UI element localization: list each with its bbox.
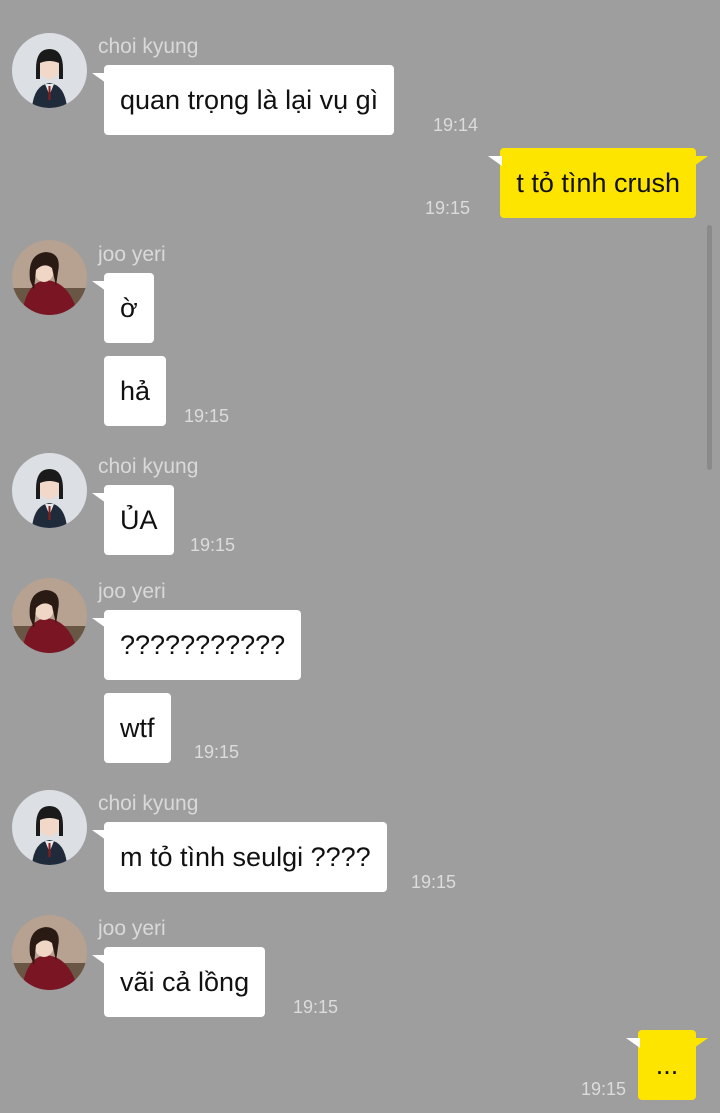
joo-yeri-avatar-icon	[12, 240, 87, 315]
avatar[interactable]	[12, 240, 87, 315]
message-time: 19:15	[194, 742, 240, 762]
choi-kyung-avatar-icon	[12, 790, 87, 865]
message-time: 19:15	[190, 535, 236, 555]
avatar[interactable]	[12, 790, 87, 865]
message-time: 19:15	[581, 1079, 627, 1099]
message-bubble[interactable]: wtf	[104, 693, 171, 763]
message-bubble[interactable]: ỦA	[92, 485, 174, 555]
message-time: 19:15	[411, 872, 457, 892]
message-time: 19:15	[293, 997, 339, 1017]
message-bubble[interactable]: ờ	[92, 273, 154, 343]
joo-yeri-avatar-icon	[12, 578, 87, 653]
avatar[interactable]	[12, 453, 87, 528]
joo-yeri-avatar-icon	[12, 915, 87, 990]
message-time: 19:14	[433, 115, 479, 135]
avatar[interactable]	[12, 33, 87, 108]
choi-kyung-avatar-icon	[12, 33, 87, 108]
message-bubble[interactable]: ???????????	[91, 610, 302, 680]
message-time: 19:15	[425, 198, 471, 218]
avatar[interactable]	[12, 915, 87, 990]
avatar[interactable]	[12, 578, 87, 653]
sender-name: choi kyung	[98, 35, 199, 58]
message-bubble[interactable]: t tỏ tình crush	[488, 148, 708, 218]
sender-name: choi kyung	[98, 455, 199, 478]
sender-name: joo yeri	[98, 917, 166, 940]
message-bubble[interactable]: m tỏ tình seulgi ????	[92, 822, 387, 892]
sender-name: choi kyung	[98, 792, 199, 815]
scrollbar[interactable]	[707, 225, 712, 470]
message-bubble[interactable]: quan trọng là lại vụ gì	[91, 65, 395, 135]
message-bubble[interactable]: ...	[626, 1030, 708, 1100]
message-bubble[interactable]: vãi cả lồng	[91, 947, 266, 1017]
sender-name: joo yeri	[98, 243, 166, 266]
choi-kyung-avatar-icon	[12, 453, 87, 528]
message-time: 19:15	[184, 406, 230, 426]
sender-name: joo yeri	[98, 580, 166, 603]
message-bubble[interactable]: hả	[104, 356, 167, 426]
